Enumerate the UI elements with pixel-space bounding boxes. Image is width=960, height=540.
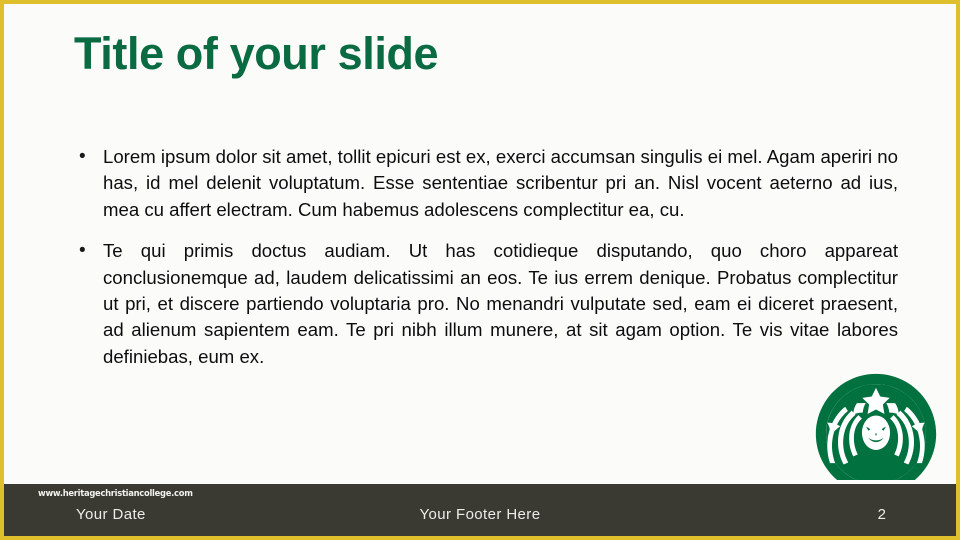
bullet-text: Lorem ipsum dolor sit amet, tollit epicu…: [103, 146, 898, 220]
slide-body: • Lorem ipsum dolor sit amet, tollit epi…: [74, 144, 898, 385]
slide-footer: www.heritagechristiancollege.com Your Da…: [4, 484, 956, 536]
page-title: Title of your slide: [74, 28, 439, 79]
presentation-slide: Title of your slide • Lorem ipsum dolor …: [0, 0, 960, 540]
footer-website-url[interactable]: www.heritagechristiancollege.com: [38, 489, 193, 499]
bullet-marker-icon: •: [79, 146, 86, 167]
bullet-item: • Te qui primis doctus audiam. Ut has co…: [74, 238, 898, 370]
bullet-item: • Lorem ipsum dolor sit amet, tollit epi…: [74, 144, 898, 223]
starbucks-siren-icon: [815, 373, 937, 480]
starbucks-siren-logo: [812, 370, 940, 480]
bullet-text: Te qui primis doctus audiam. Ut has coti…: [103, 240, 898, 367]
footer-center-text: Your Footer Here: [419, 506, 541, 523]
footer-page-number: 2: [877, 506, 886, 523]
bullet-marker-icon: •: [79, 240, 86, 262]
